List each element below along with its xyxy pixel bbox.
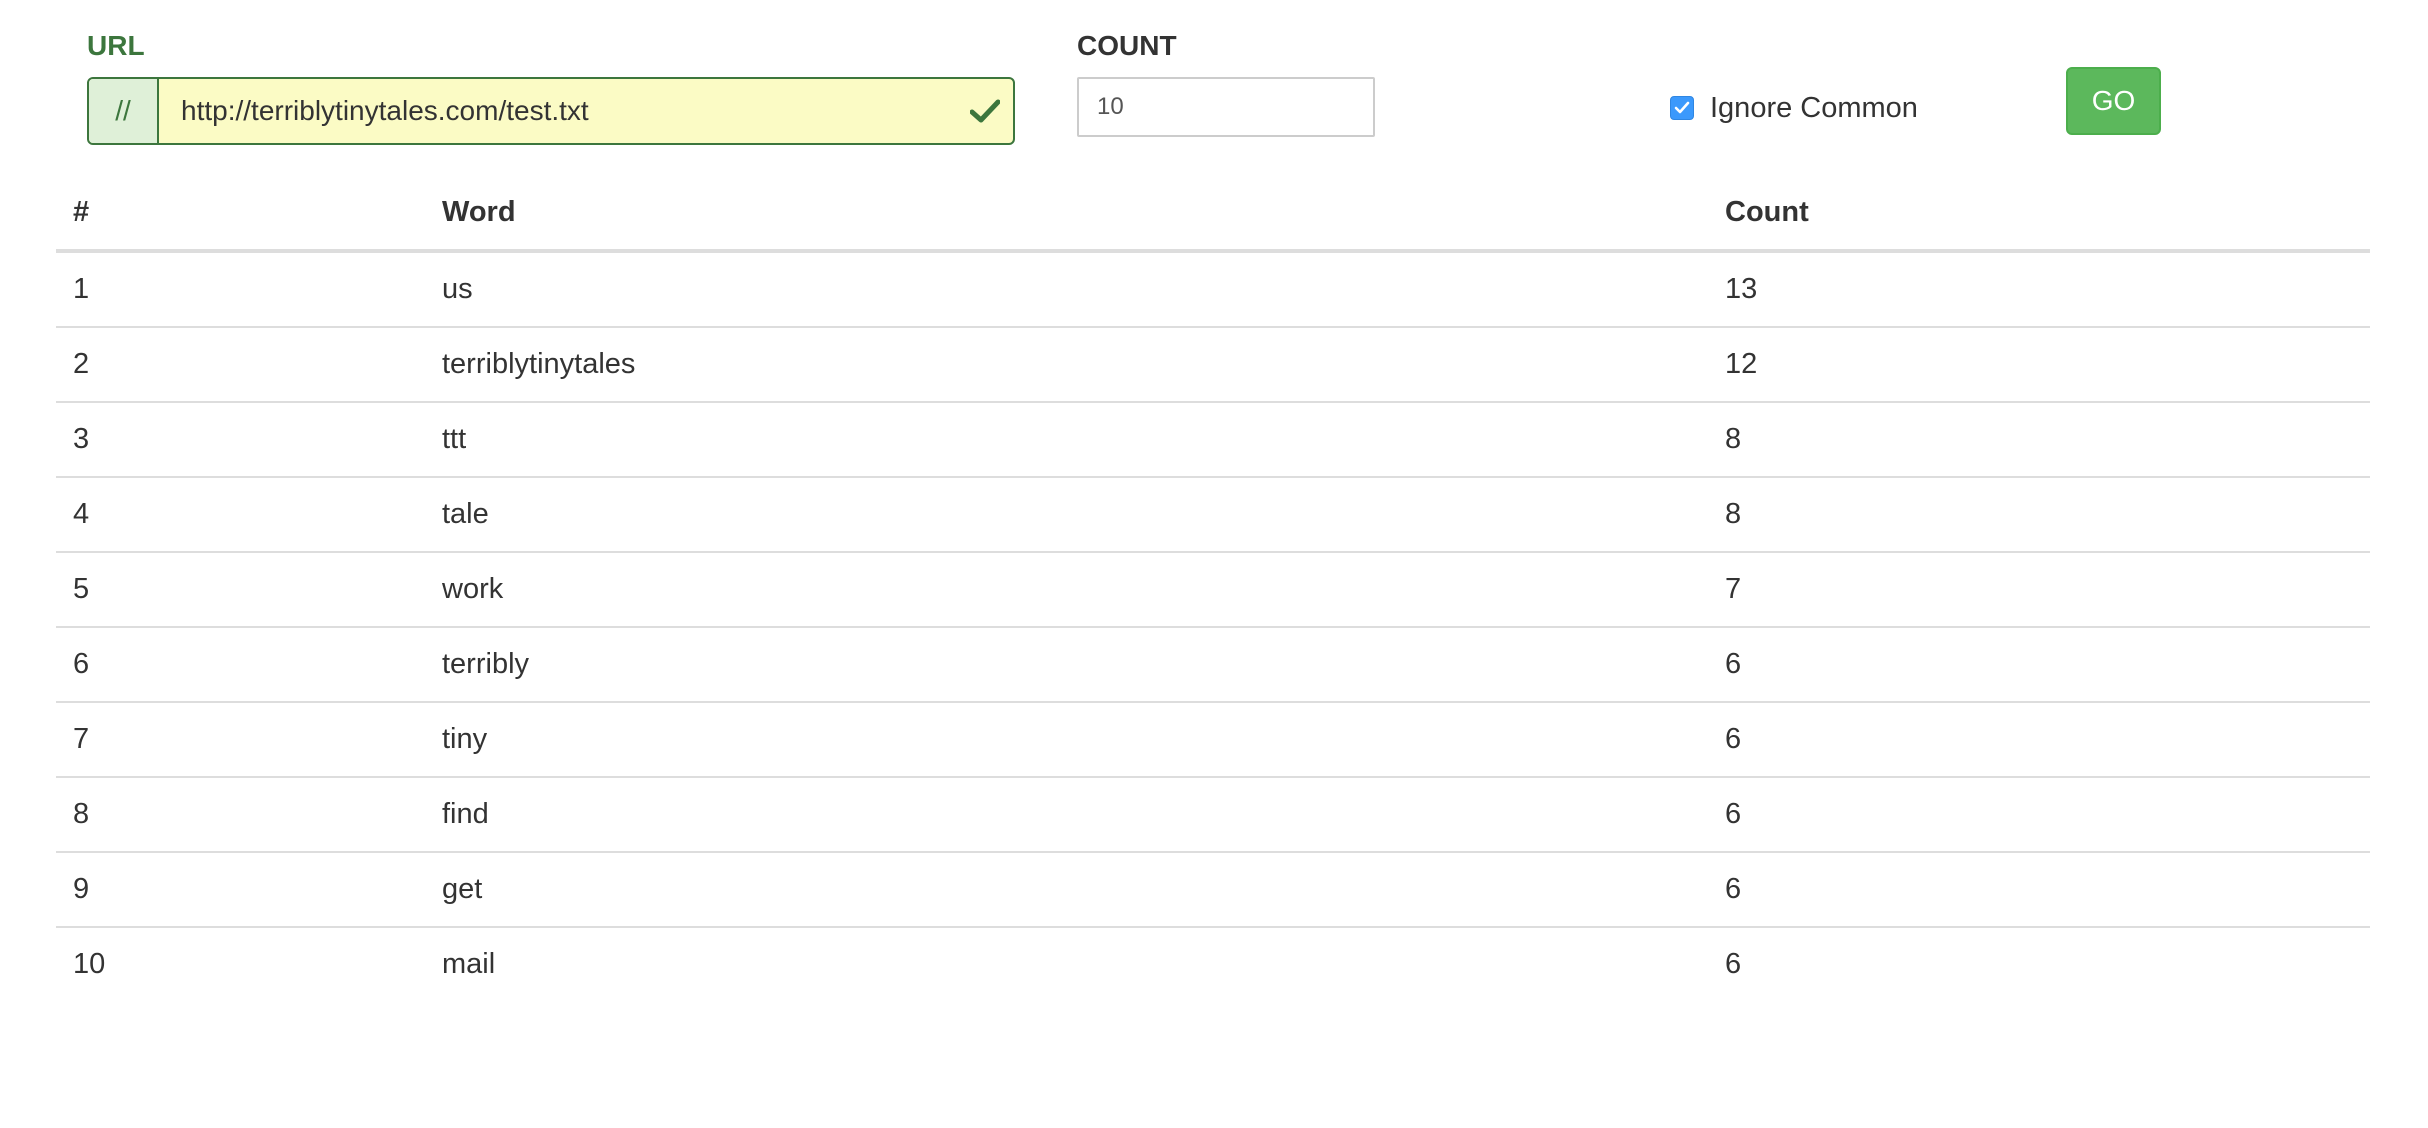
row-word: tiny: [425, 701, 1708, 777]
row-count: 13: [1725, 273, 1758, 305]
table-row: 5 work 7: [56, 551, 2370, 627]
row-index: 10: [56, 926, 425, 1001]
header-count: Count: [1708, 175, 2370, 253]
table-row: 4 tale 8: [56, 476, 2370, 552]
header-index: #: [56, 175, 425, 253]
results-table: # Word Count 1 us 13 2 terriblytinytales…: [56, 175, 2370, 1001]
row-word: tale: [425, 476, 1708, 552]
row-index: 7: [56, 701, 425, 777]
url-label: URL: [87, 30, 145, 61]
row-index: 3: [56, 401, 425, 477]
row-word: ttt: [425, 401, 1708, 477]
table-row: 6 terribly 6: [56, 626, 2370, 702]
row-count: 8: [1708, 401, 2370, 477]
checkmark-icon: [957, 79, 1013, 143]
table-row: 7 tiny 6: [56, 701, 2370, 777]
row-index: 1: [73, 273, 90, 305]
row-word: terribly: [425, 626, 1708, 702]
url-prefix-addon: //: [89, 79, 159, 143]
row-word: work: [425, 551, 1708, 627]
table-row: 1 us 13: [56, 251, 2370, 327]
url-input-group: //: [87, 77, 1015, 145]
row-word: mail: [425, 926, 1708, 1001]
row-index: 9: [56, 851, 425, 927]
row-count: 8: [1708, 476, 2370, 552]
count-input[interactable]: [1077, 77, 1375, 137]
row-index: 5: [56, 551, 425, 627]
row-index: 6: [56, 626, 425, 702]
table-header-row: # Word Count: [56, 175, 2370, 253]
row-count: 6: [1708, 926, 2370, 1001]
row-index: 8: [56, 776, 425, 852]
row-count: 6: [1708, 701, 2370, 777]
table-row: 8 find 6: [56, 776, 2370, 852]
row-word: terriblytinytales: [425, 326, 1708, 402]
table-row: 10 mail 6: [56, 926, 2370, 1001]
table-row: 9 get 6: [56, 851, 2370, 927]
row-index: 4: [56, 476, 425, 552]
row-count: 6: [1708, 851, 2370, 927]
ignore-common-label[interactable]: Ignore Common: [1710, 92, 1918, 125]
row-word: us: [442, 273, 473, 305]
ignore-common-option[interactable]: Ignore Common: [1670, 90, 1918, 126]
check-icon: [1674, 101, 1690, 114]
row-word: get: [425, 851, 1708, 927]
header-word: Word: [425, 175, 1708, 253]
row-word: find: [425, 776, 1708, 852]
url-input[interactable]: [159, 79, 957, 143]
ignore-common-checkbox[interactable]: [1670, 96, 1694, 120]
row-count: 7: [1708, 551, 2370, 627]
go-button[interactable]: GO: [2066, 67, 2161, 135]
row-index: 2: [56, 326, 425, 402]
row-count: 12: [1708, 326, 2370, 402]
row-count: 6: [1708, 776, 2370, 852]
row-count: 6: [1708, 626, 2370, 702]
table-row: 3 ttt 8: [56, 401, 2370, 477]
count-label: COUNT: [1077, 30, 1177, 61]
table-row: 2 terriblytinytales 12: [56, 326, 2370, 402]
